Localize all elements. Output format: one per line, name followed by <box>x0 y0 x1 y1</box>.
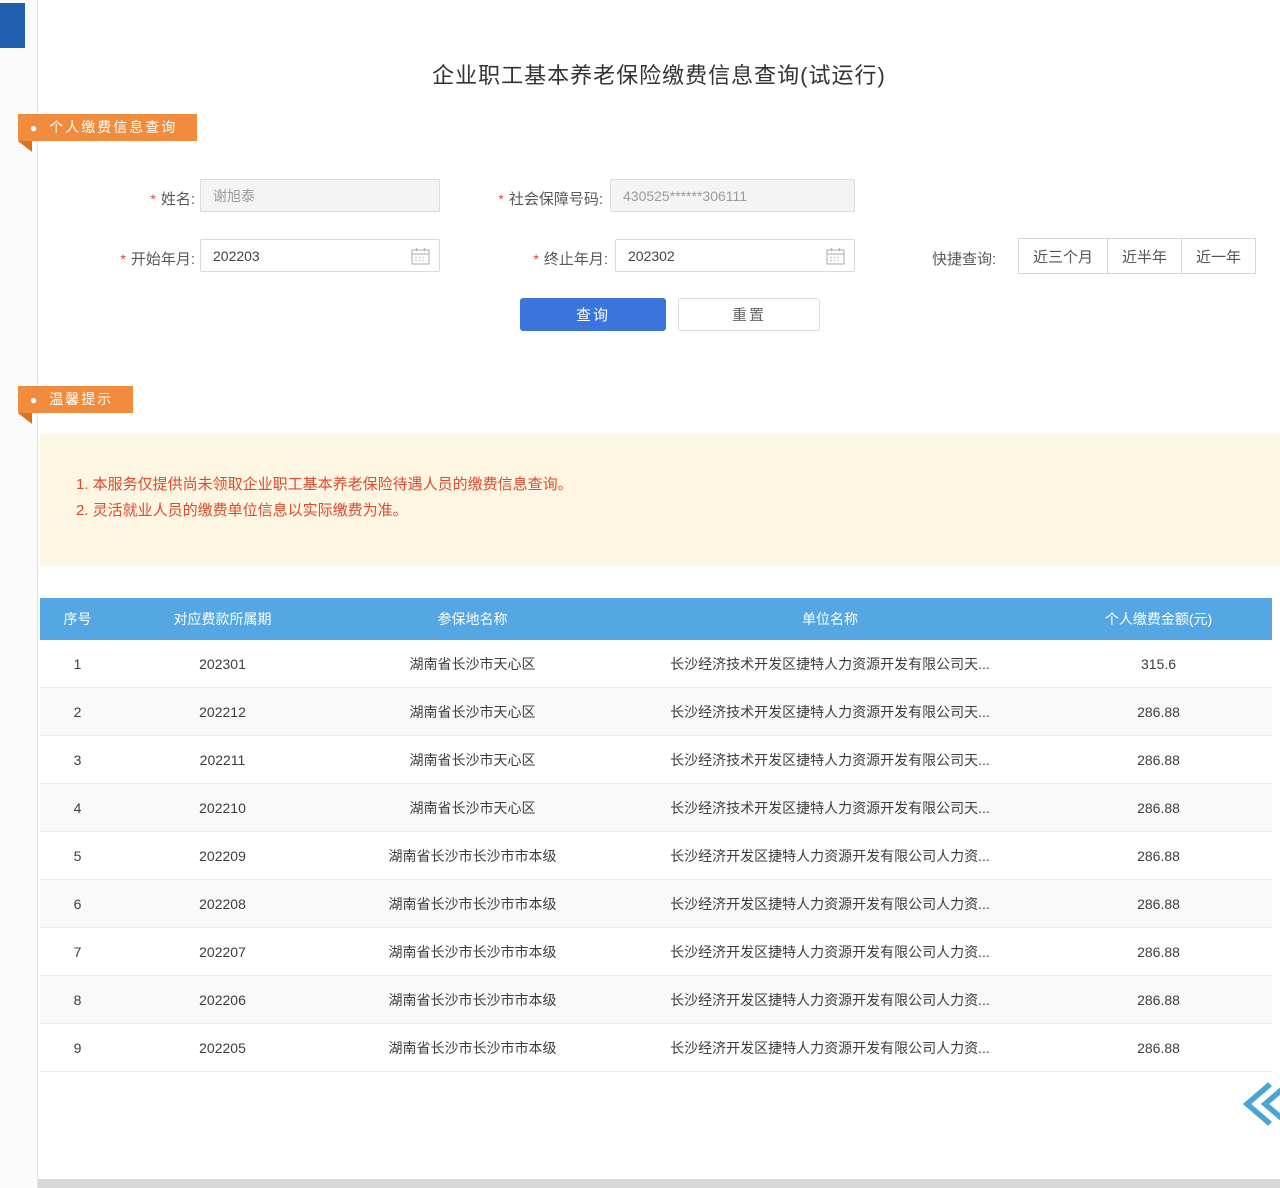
cell-insured-place: 湖南省长沙市长沙市市本级 <box>330 990 615 1010</box>
quick-btn-last-half-year[interactable]: 近半年 <box>1107 238 1182 274</box>
cell-seq: 4 <box>40 800 115 816</box>
cell-period: 202208 <box>115 896 330 912</box>
table-row: 8 202206 湖南省长沙市长沙市市本级 长沙经济开发区捷特人力资源开发有限公… <box>40 976 1272 1024</box>
calendar-icon[interactable] <box>411 247 430 268</box>
cell-amount: 286.88 <box>1045 848 1272 864</box>
cell-period: 202207 <box>115 944 330 960</box>
cell-employer: 长沙经济技术开发区捷特人力资源开发有限公司天... <box>615 798 1045 818</box>
table-row: 2 202212 湖南省长沙市天心区 长沙经济技术开发区捷特人力资源开发有限公司… <box>40 688 1272 736</box>
quick-btn-last-year[interactable]: 近一年 <box>1181 238 1256 274</box>
payment-table: 序号 对应费款所属期 参保地名称 单位名称 个人缴费金额(元) 1 202301… <box>40 598 1272 1072</box>
col-header-insured-place: 参保地名称 <box>330 609 615 629</box>
bullet-icon: ● <box>30 115 37 142</box>
tip-line: 2. 灵活就业人员的缴费单位信息以实际缴费为准。 <box>76 498 1260 524</box>
cell-seq: 5 <box>40 848 115 864</box>
table-body: 1 202301 湖南省长沙市天心区 长沙经济技术开发区捷特人力资源开发有限公司… <box>40 640 1272 1072</box>
cell-period: 202212 <box>115 704 330 720</box>
reset-button[interactable]: 重置 <box>678 298 820 331</box>
cell-employer: 长沙经济技术开发区捷特人力资源开发有限公司天... <box>615 654 1045 674</box>
col-header-seq: 序号 <box>40 609 115 629</box>
table-row: 7 202207 湖南省长沙市长沙市市本级 长沙经济开发区捷特人力资源开发有限公… <box>40 928 1272 976</box>
collapse-panel-icon[interactable] <box>1240 1082 1280 1126</box>
col-header-employer: 单位名称 <box>615 609 1045 629</box>
cell-employer: 长沙经济开发区捷特人力资源开发有限公司人力资... <box>615 894 1045 914</box>
ssn-input[interactable]: 430525******306111 <box>610 179 855 212</box>
cell-insured-place: 湖南省长沙市长沙市市本级 <box>330 894 615 914</box>
cell-employer: 长沙经济技术开发区捷特人力资源开发有限公司天... <box>615 750 1045 770</box>
cell-employer: 长沙经济开发区捷特人力资源开发有限公司人力资... <box>615 990 1045 1010</box>
end-month-label: *终止年月: <box>498 248 608 269</box>
cell-amount: 286.88 <box>1045 1040 1272 1056</box>
cell-insured-place: 湖南省长沙市天心区 <box>330 654 615 674</box>
name-input[interactable]: 谢旭泰 <box>200 179 440 212</box>
cell-employer: 长沙经济开发区捷特人力资源开发有限公司人力资... <box>615 1038 1045 1058</box>
cell-seq: 8 <box>40 992 115 1008</box>
cell-employer: 长沙经济技术开发区捷特人力资源开发有限公司天... <box>615 702 1045 722</box>
pension-query-page: 企业职工基本养老保险缴费信息查询(试运行) ● 个人缴费信息查询 *姓名: 谢旭泰… <box>0 0 1280 1188</box>
end-month-input[interactable]: 202302 <box>615 239 855 272</box>
required-mark: * <box>498 191 503 207</box>
cell-period: 202209 <box>115 848 330 864</box>
cell-insured-place: 湖南省长沙市天心区 <box>330 750 615 770</box>
cell-seq: 1 <box>40 656 115 672</box>
start-month-label: *开始年月: <box>85 248 195 269</box>
quick-query-group: 近三个月 近半年 近一年 <box>1018 238 1256 274</box>
quick-query-label: 快捷查询: <box>932 248 1012 269</box>
cell-amount: 286.88 <box>1045 752 1272 768</box>
table-row: 9 202205 湖南省长沙市长沙市市本级 长沙经济开发区捷特人力资源开发有限公… <box>40 1024 1272 1072</box>
cell-insured-place: 湖南省长沙市天心区 <box>330 702 615 722</box>
calendar-icon[interactable] <box>826 247 845 268</box>
cell-amount: 286.88 <box>1045 896 1272 912</box>
table-row: 4 202210 湖南省长沙市天心区 长沙经济技术开发区捷特人力资源开发有限公司… <box>40 784 1272 832</box>
table-row: 5 202209 湖南省长沙市长沙市市本级 长沙经济开发区捷特人力资源开发有限公… <box>40 832 1272 880</box>
bottom-scrollbar-track[interactable] <box>38 1179 1280 1188</box>
cell-employer: 长沙经济开发区捷特人力资源开发有限公司人力资... <box>615 942 1045 962</box>
tips-box: 1. 本服务仅提供尚未领取企业职工基本养老保险待遇人员的缴费信息查询。 2. 灵… <box>40 434 1280 566</box>
ssn-label: *社会保障号码: <box>450 188 603 209</box>
cell-amount: 286.88 <box>1045 944 1272 960</box>
sidebar-collapsed-tab[interactable] <box>0 3 25 48</box>
table-row: 6 202208 湖南省长沙市长沙市市本级 长沙经济开发区捷特人力资源开发有限公… <box>40 880 1272 928</box>
cell-amount: 286.88 <box>1045 704 1272 720</box>
table-header-row: 序号 对应费款所属期 参保地名称 单位名称 个人缴费金额(元) <box>40 598 1272 640</box>
cell-insured-place: 湖南省长沙市长沙市市本级 <box>330 1038 615 1058</box>
col-header-amount: 个人缴费金额(元) <box>1045 609 1272 629</box>
cell-employer: 长沙经济开发区捷特人力资源开发有限公司人力资... <box>615 846 1045 866</box>
cell-insured-place: 湖南省长沙市天心区 <box>330 798 615 818</box>
section-badge-label: 个人缴费信息查询 <box>49 119 177 135</box>
page-title: 企业职工基本养老保险缴费信息查询(试运行) <box>38 58 1280 90</box>
required-mark: * <box>120 251 125 267</box>
required-mark: * <box>150 191 155 207</box>
cell-seq: 3 <box>40 752 115 768</box>
cell-seq: 6 <box>40 896 115 912</box>
section-badge-personal-query: ● 个人缴费信息查询 <box>18 114 197 141</box>
cell-period: 202210 <box>115 800 330 816</box>
tip-line: 1. 本服务仅提供尚未领取企业职工基本养老保险待遇人员的缴费信息查询。 <box>76 472 1260 498</box>
cell-amount: 286.88 <box>1045 992 1272 1008</box>
quick-btn-last-3-months[interactable]: 近三个月 <box>1018 238 1108 274</box>
cell-amount: 315.6 <box>1045 656 1272 672</box>
name-label: *姓名: <box>100 188 195 209</box>
cell-period: 202301 <box>115 656 330 672</box>
cell-period: 202206 <box>115 992 330 1008</box>
section-badge-label: 温馨提示 <box>49 391 113 407</box>
table-row: 1 202301 湖南省长沙市天心区 长沙经济技术开发区捷特人力资源开发有限公司… <box>40 640 1272 688</box>
required-mark: * <box>533 251 538 267</box>
cell-seq: 9 <box>40 1040 115 1056</box>
cell-insured-place: 湖南省长沙市长沙市市本级 <box>330 942 615 962</box>
cell-seq: 7 <box>40 944 115 960</box>
cell-amount: 286.88 <box>1045 800 1272 816</box>
left-gutter <box>0 0 38 1188</box>
cell-period: 202211 <box>115 752 330 768</box>
start-month-input[interactable]: 202203 <box>200 239 440 272</box>
col-header-period: 对应费款所属期 <box>115 609 330 629</box>
bullet-icon: ● <box>30 387 37 414</box>
section-badge-tips: ● 温馨提示 <box>18 386 133 413</box>
cell-period: 202205 <box>115 1040 330 1056</box>
table-row: 3 202211 湖南省长沙市天心区 长沙经济技术开发区捷特人力资源开发有限公司… <box>40 736 1272 784</box>
query-button[interactable]: 查询 <box>520 298 666 331</box>
cell-insured-place: 湖南省长沙市长沙市市本级 <box>330 846 615 866</box>
cell-seq: 2 <box>40 704 115 720</box>
